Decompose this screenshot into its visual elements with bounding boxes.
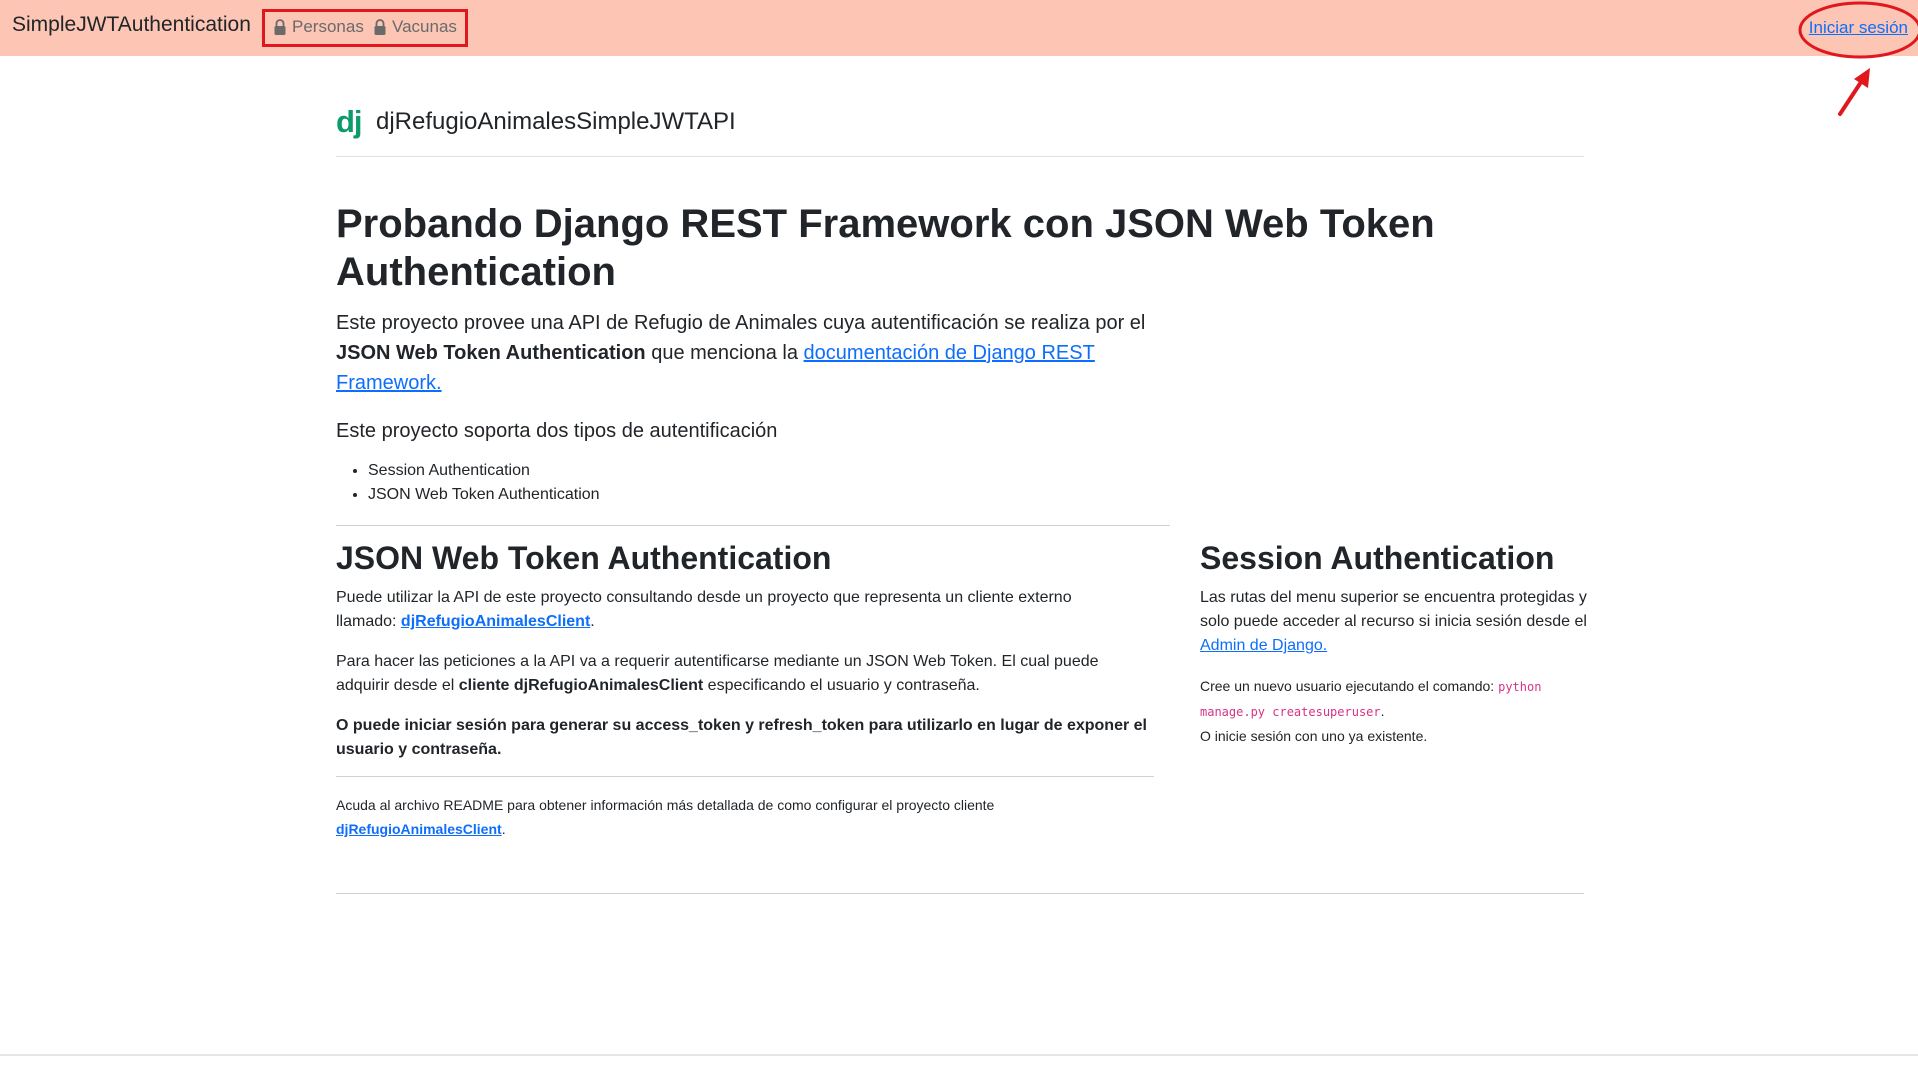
bottom-border [0, 1054, 1918, 1056]
divider [336, 776, 1154, 777]
session-paragraph-1: Las rutas del menu superior se encuentra… [1200, 586, 1588, 658]
lock-icon [374, 19, 386, 35]
nav-item-vacunas[interactable]: Vacunas [373, 17, 457, 37]
jwt-paragraph-3: O puede iniciar sesión para generar su a… [336, 717, 1147, 758]
nav-item-personas[interactable]: Personas [273, 17, 364, 37]
session-p2-text-2: O inicie sesión con uno ya existente. [1200, 728, 1428, 744]
jwt-p2-bold: cliente djRefugioAnimalesClient [458, 677, 704, 694]
supports-text: Este proyecto soporta dos tipos de auten… [336, 420, 778, 442]
django-logo: dj [336, 104, 363, 139]
session-paragraph-2: Cree un nuevo usuario ejecutando el coma… [1200, 678, 1542, 744]
client-link[interactable]: djRefugioAnimalesClient [401, 613, 590, 630]
list-item: Session Authentication [368, 459, 600, 483]
footer-divider [336, 893, 1584, 894]
intro-bold: JSON Web Token Authentication [336, 342, 646, 364]
session-section-title: Session Authentication [1200, 540, 1555, 576]
site-header: dj djRefugioAnimalesSimpleJWTAPI [336, 100, 1584, 157]
auth-types-list: Session Authentication JSON Web Token Au… [336, 459, 600, 507]
readme-client-link[interactable]: djRefugioAnimalesClient [336, 821, 502, 837]
intro-paragraph: Este proyecto provee una API de Refugio … [336, 308, 1176, 398]
lock-icon [274, 19, 286, 35]
list-item: JSON Web Token Authentication [368, 483, 600, 507]
site-name: djRefugioAnimalesSimpleJWTAPI [376, 108, 736, 135]
intro-text-2: que menciona la [645, 342, 804, 364]
nav-item-label: Vacunas [392, 17, 457, 36]
page-title: Probando Django REST Framework con JSON … [336, 202, 1435, 294]
jwt-paragraph-2: Para hacer las peticiones a la API va a … [336, 650, 1136, 698]
django-admin-link[interactable]: Admin de Django. [1200, 637, 1327, 654]
session-p1-text: Las rutas del menu superior se encuentra… [1200, 589, 1587, 630]
session-section: Session Authentication Las rutas del men… [1200, 538, 1590, 748]
jwt-section-title: JSON Web Token Authentication [336, 540, 832, 576]
jwt-p2-text-2: especificando el usuario y contraseña. [703, 677, 980, 694]
top-navbar: SimpleJWTAuthentication Personas Vacunas… [0, 0, 1918, 56]
jwt-paragraph-1: Puede utilizar la API de este proyecto c… [336, 589, 1072, 630]
nav-item-label: Personas [292, 17, 364, 36]
session-p2-text: Cree un nuevo usuario ejecutando el coma… [1200, 678, 1499, 694]
jwt-section: JSON Web Token Authentication Puede util… [336, 538, 1186, 841]
readme-text: Acuda al archivo README para obtener inf… [336, 797, 995, 813]
readme-note: Acuda al archivo README para obtener inf… [336, 797, 995, 837]
divider [336, 525, 1170, 526]
intro-text: Este proyecto provee una API de Refugio … [336, 312, 1146, 334]
annotation-ellipse-arrow [1798, 1, 1918, 116]
navbar-brand[interactable]: SimpleJWTAuthentication [12, 13, 251, 37]
